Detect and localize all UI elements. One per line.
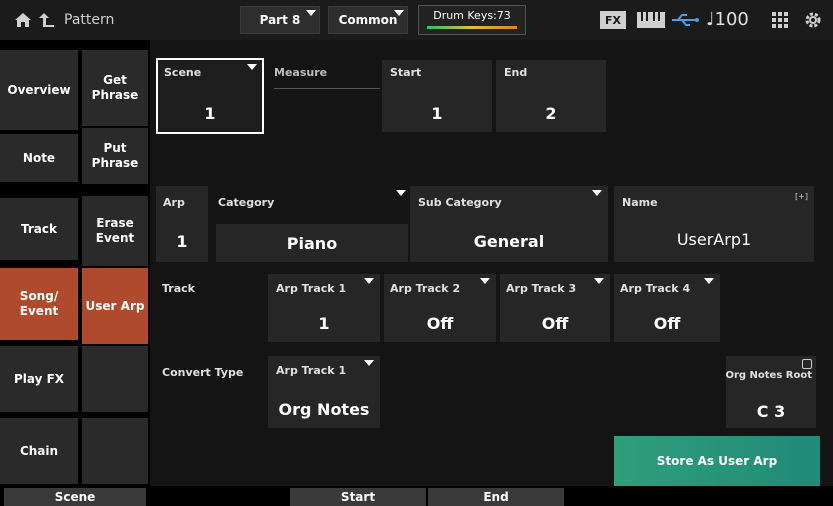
arp-track-1[interactable]: Arp Track 1 1	[268, 274, 380, 342]
arp-number[interactable]: Arp 1	[156, 186, 208, 262]
part-label: Part 8	[259, 13, 301, 27]
arp-label: Arp	[163, 196, 185, 209]
arp-track-2[interactable]: Arp Track 2 Off	[384, 274, 496, 342]
usb-icon	[670, 12, 700, 28]
tab-note[interactable]: Note	[0, 134, 78, 182]
convert-track-value: Org Notes	[278, 400, 370, 419]
drum-keys-indicator[interactable]: Drum Keys:73	[418, 5, 526, 35]
subtab-empty-1	[82, 346, 148, 412]
store-as-user-arp-button[interactable]: Store As User Arp	[614, 436, 820, 486]
tab-overview[interactable]: Overview	[0, 50, 78, 130]
subcategory-value: General	[473, 232, 545, 251]
subtab-get-phrase-label: Get Phrase	[91, 73, 139, 102]
subtab-empty-2	[82, 418, 148, 484]
subtab-user-arp-label: User Arp	[85, 298, 145, 313]
subtab-get-phrase[interactable]: Get Phrase	[82, 50, 148, 126]
home-icon[interactable]	[14, 11, 32, 29]
knob-icon	[802, 359, 812, 369]
convert-track-label: Arp Track 1	[276, 364, 347, 377]
arp-track-3-label: Arp Track 3	[506, 282, 577, 295]
scene-selector[interactable]: Scene 1	[156, 58, 264, 134]
measure-end[interactable]: End 2	[496, 60, 606, 132]
up-arrow-icon[interactable]	[38, 11, 56, 29]
store-button-label: Store As User Arp	[656, 454, 778, 468]
tab-play-fx[interactable]: Play FX	[0, 346, 78, 412]
arp-track-1-label: Arp Track 1	[276, 282, 347, 295]
arp-track-3[interactable]: Arp Track 3 Off	[500, 274, 610, 342]
grid-icon[interactable]	[772, 12, 788, 28]
common-label: Common	[338, 13, 398, 27]
common-button[interactable]: Common	[328, 6, 408, 34]
page-title: Pattern	[64, 12, 115, 28]
measure-end-value: 2	[545, 104, 557, 123]
measure-start-value: 1	[431, 104, 443, 123]
tempo-display[interactable]: ♩100	[706, 9, 749, 30]
tab-chain[interactable]: Chain	[0, 418, 78, 484]
name-value: UserArp1	[676, 230, 752, 249]
track-label: Track	[162, 282, 195, 295]
tab-chain-label: Chain	[19, 443, 59, 458]
measure-start[interactable]: Start 1	[382, 60, 492, 132]
org-notes-root[interactable]: Org Notes Root C 3	[725, 356, 816, 428]
tab-song-event-label: Song/ Event	[19, 289, 59, 318]
drum-keys-label: Drum Keys:73	[433, 9, 511, 22]
tab-track-label: Track	[21, 221, 57, 236]
subcategory-label: Sub Category	[418, 196, 502, 209]
category-label: Category	[218, 196, 275, 209]
name-field[interactable]: Name [+] UserArp1	[614, 186, 814, 262]
category-selector[interactable]: Piano	[216, 224, 408, 262]
arp-track-4-value: Off	[653, 314, 681, 333]
convert-type-selector[interactable]: Arp Track 1 Org Notes	[268, 356, 380, 428]
bottom-start-button[interactable]: Start	[290, 488, 426, 506]
arp-track-3-value: Off	[541, 314, 569, 333]
tab-note-label: Note	[22, 150, 56, 165]
scene-label: Scene	[164, 66, 202, 79]
tab-track[interactable]: Track	[0, 198, 78, 260]
bottom-start-label: Start	[340, 490, 376, 504]
name-edit-tag: [+]	[795, 192, 808, 201]
subtab-erase-event-label: Erase Event	[95, 216, 135, 245]
fx-label: FX	[605, 13, 621, 27]
category-value: Piano	[286, 234, 338, 253]
tab-play-fx-label: Play FX	[13, 371, 65, 386]
tab-song-event[interactable]: Song/ Event	[0, 268, 78, 340]
fx-badge: FX	[600, 11, 626, 29]
arp-track-4-label: Arp Track 4	[620, 282, 691, 295]
arp-track-1-value: 1	[318, 314, 330, 333]
subcategory-selector[interactable]: Sub Category General	[410, 186, 608, 262]
bottom-scene-button[interactable]: Scene	[4, 488, 146, 506]
measure-start-label: Start	[390, 66, 422, 79]
arp-track-2-label: Arp Track 2	[390, 282, 461, 295]
subtab-put-phrase-label: Put Phrase	[91, 141, 139, 170]
org-notes-root-label: Org Notes Root	[725, 370, 812, 381]
part-button[interactable]: Part 8	[240, 6, 320, 34]
measure-end-label: End	[504, 66, 528, 79]
measure-line	[274, 88, 380, 89]
category-dropdown-arrow[interactable]	[396, 190, 406, 196]
measure-label: Measure	[274, 66, 328, 79]
tab-overview-label: Overview	[7, 82, 71, 97]
subtab-erase-event[interactable]: Erase Event	[82, 196, 148, 266]
scene-value: 1	[204, 104, 216, 123]
org-notes-root-value: C 3	[756, 402, 786, 421]
bottom-end-button[interactable]: End	[428, 488, 564, 506]
arp-value: 1	[176, 232, 188, 251]
drum-keys-meter	[427, 26, 517, 29]
subtab-put-phrase[interactable]: Put Phrase	[82, 128, 148, 184]
arp-track-2-value: Off	[426, 314, 454, 333]
keyboard-icon	[637, 12, 665, 28]
bottom-end-label: End	[483, 490, 509, 504]
subtab-user-arp[interactable]: User Arp	[82, 268, 148, 344]
gear-icon[interactable]	[804, 11, 822, 29]
arp-track-4[interactable]: Arp Track 4 Off	[614, 274, 720, 342]
name-label: Name	[622, 196, 658, 209]
bottom-scene-label: Scene	[54, 490, 96, 504]
convert-type-label: Convert Type	[162, 366, 244, 379]
